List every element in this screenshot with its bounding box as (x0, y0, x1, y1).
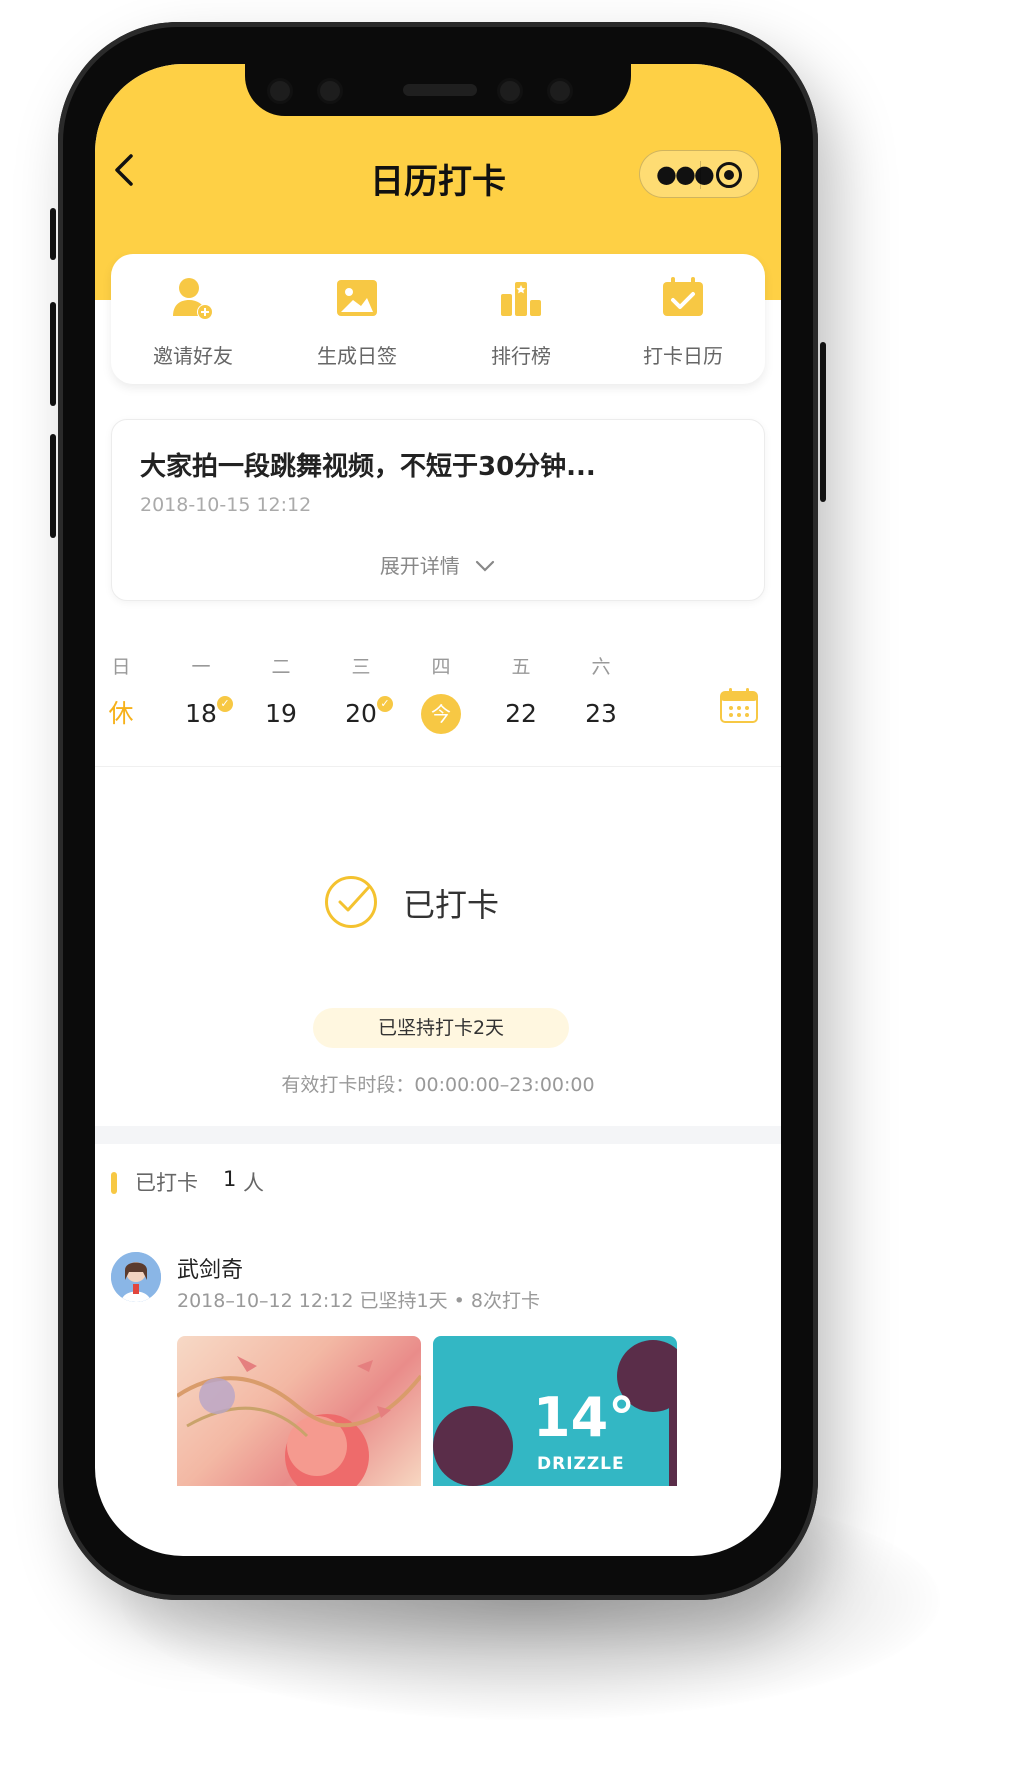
mute-switch (50, 208, 56, 260)
calendar-check-icon (659, 274, 707, 322)
invite-friends-button[interactable]: 邀请好友 (111, 274, 275, 369)
checkin-calendar-label: 打卡日历 (643, 344, 723, 368)
checked-count: 1 (223, 1167, 237, 1191)
checkin-status: 已打卡 (95, 876, 781, 936)
checkin-status-text: 已打卡 (403, 886, 500, 924)
front-camera-icon (547, 78, 573, 104)
topic-title: 大家拍一段跳舞视频，不短于30分钟... (140, 452, 596, 482)
weather-temperature: 14° (533, 1386, 636, 1449)
streak-badge: 已坚持打卡2天 (313, 1008, 569, 1048)
generate-daily-card-button[interactable]: 生成日签 (275, 274, 439, 369)
record-circle-icon[interactable] (716, 162, 742, 188)
weather-condition: DRIZZLE (537, 1454, 625, 1474)
week-divider (95, 766, 781, 767)
section-separator (95, 1126, 781, 1144)
topic-date: 2018-10-15 12:12 (140, 494, 312, 516)
stage: 日历打卡 ●●● 邀请好友 生成日签 排行榜 打卡日历 大家拍一段跳舞视频，不短… (0, 0, 1026, 1786)
topic-card: 大家拍一段跳舞视频，不短于30分钟... 2018-10-15 12:12 展开… (111, 419, 765, 601)
checkin-period: 有效打卡时段：00:00:00–23:00:00 (281, 1074, 595, 1096)
day-wednesday[interactable]: 三 20 ✓ (321, 652, 401, 734)
section-marker (111, 1172, 117, 1194)
generate-daily-card-label: 生成日签 (317, 344, 397, 368)
day-number: 休 (108, 699, 134, 728)
day-number-wrap: 20 ✓ (321, 694, 401, 734)
camera-icon (317, 78, 343, 104)
weekday-label: 二 (271, 656, 291, 678)
today-marker: 今 (421, 694, 461, 734)
day-number: 22 (505, 699, 537, 728)
day-saturday[interactable]: 六 23 (561, 652, 641, 734)
capsule-divider (700, 161, 701, 189)
post-image-illustration[interactable] (177, 1336, 421, 1486)
post-image-weather[interactable]: 14° DRIZZLE (433, 1336, 677, 1486)
add-user-icon (169, 274, 217, 322)
volume-up-button (50, 302, 56, 406)
day-sunday[interactable]: 日 休 (95, 652, 161, 734)
check-circle-icon (325, 876, 377, 928)
post-username[interactable]: 武剑奇 (177, 1252, 243, 1284)
image-icon (333, 274, 381, 322)
day-number: 19 (265, 699, 297, 728)
quick-actions-card: 邀请好友 生成日签 排行榜 打卡日历 (111, 254, 765, 384)
day-monday[interactable]: 一 18 ✓ (161, 652, 241, 734)
more-dots-icon[interactable]: ●●● (656, 160, 715, 188)
volume-down-button (50, 434, 56, 538)
expand-details-button[interactable]: 展开详情 (112, 550, 764, 579)
checked-badge-icon: ✓ (377, 696, 393, 712)
navigation-bar: 日历打卡 ●●● (95, 134, 781, 214)
day-tuesday[interactable]: 二 19 (241, 652, 321, 734)
day-thursday[interactable]: 四 今 (401, 652, 481, 734)
day-number: 18 (185, 699, 217, 728)
weekday-label: 三 (351, 656, 371, 678)
invite-friends-label: 邀请好友 (153, 344, 233, 368)
chevron-down-icon (476, 560, 495, 572)
checked-badge-icon: ✓ (217, 696, 233, 712)
checkin-calendar-button[interactable]: 打卡日历 (601, 274, 765, 369)
day-number: 20 (345, 699, 377, 728)
post-meta: 2018–10–12 12:12 已坚持1天 • 8次打卡 (177, 1290, 541, 1312)
leaderboard-button[interactable]: 排行榜 (439, 274, 603, 369)
weekday-label: 一 (191, 656, 211, 678)
avatar[interactable] (111, 1252, 161, 1302)
phone-screen: 日历打卡 ●●● 邀请好友 生成日签 排行榜 打卡日历 大家拍一段跳舞视频，不短… (95, 64, 781, 1556)
expand-details-label: 展开详情 (379, 554, 460, 578)
weekday-label: 日 (111, 656, 131, 678)
weekday-label: 六 (591, 656, 611, 678)
sensor-icon (267, 78, 293, 104)
ranking-icon (497, 274, 545, 322)
day-friday[interactable]: 五 22 (481, 652, 561, 734)
weekday-label: 五 (511, 656, 531, 678)
speaker-grille (403, 84, 477, 96)
calendar-icon[interactable] (719, 688, 759, 724)
power-button (820, 342, 826, 502)
leaderboard-label: 排行榜 (491, 344, 551, 368)
weekday-label: 四 (431, 656, 451, 678)
sensor-icon (497, 78, 523, 104)
day-number: 23 (585, 699, 617, 728)
day-number-wrap: 18 ✓ (161, 694, 241, 734)
week-strip: 日 休 一 18 ✓ 二 19 三 20 ✓ 四 今 五 22 六 23 (95, 652, 781, 747)
notch (245, 64, 631, 116)
checked-count-unit: 人 (243, 1171, 264, 1195)
menu-capsule: ●●● (639, 150, 759, 198)
checked-section-label: 已打卡 (135, 1171, 198, 1195)
